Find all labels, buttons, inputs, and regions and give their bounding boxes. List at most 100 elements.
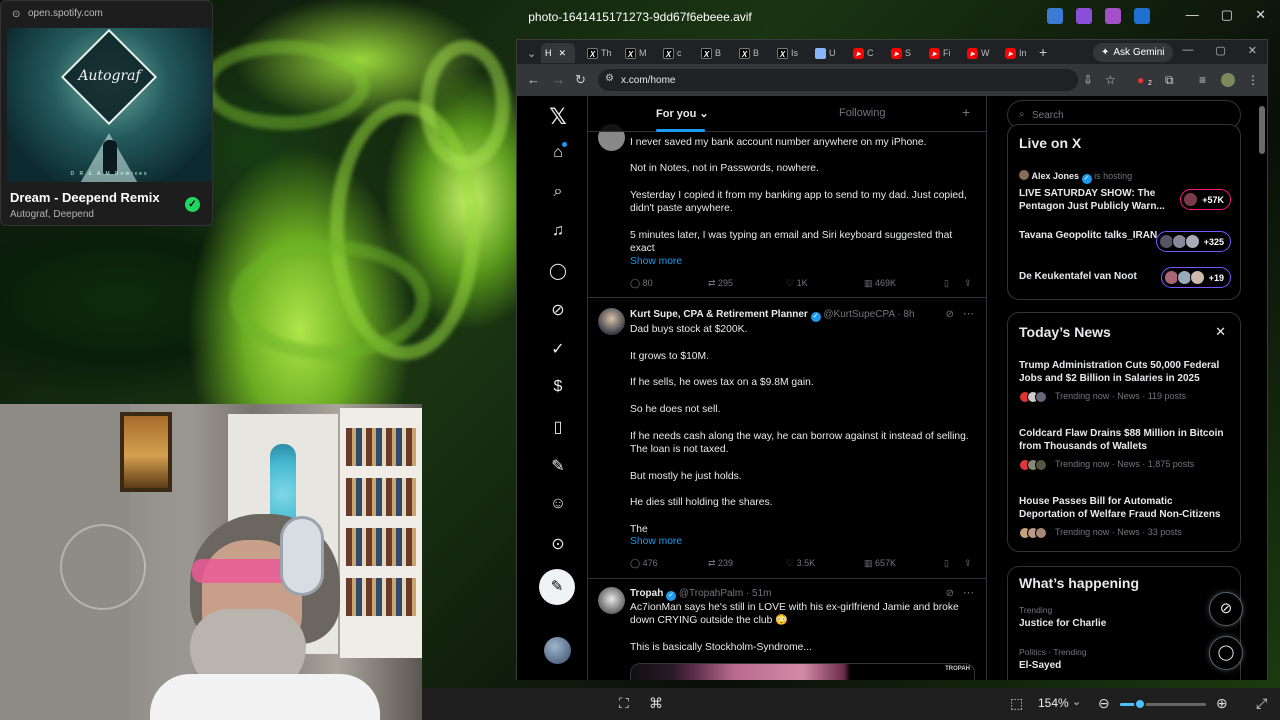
tab[interactable]: ▸ W	[963, 43, 994, 63]
install-app-icon[interactable]: ⇩	[1083, 73, 1093, 87]
tweet-time[interactable]: · 51m	[746, 588, 772, 599]
ask-gemini-button[interactable]: ✦ Ask Gemini	[1093, 43, 1173, 62]
page-scrollbar[interactable]	[1259, 96, 1265, 680]
bookmarks-icon[interactable]: ▯	[547, 417, 569, 439]
author-handle[interactable]: @TropahPalm	[679, 588, 743, 599]
more-options-icon[interactable]: ⋯	[963, 307, 974, 320]
bookmark-star-icon[interactable]: ☆	[1105, 73, 1116, 87]
paint-icon[interactable]	[1076, 8, 1092, 24]
tweet-time[interactable]: · 8h	[897, 309, 914, 320]
tab[interactable]: ▸ Fi	[925, 43, 955, 63]
tab[interactable]: XM	[621, 43, 651, 63]
new-tab-button[interactable]: +	[1039, 44, 1047, 60]
author-handle[interactable]: @KurtSupeCPA	[823, 309, 894, 320]
messages-icon[interactable]: ◯	[547, 261, 569, 283]
zoom-slider[interactable]	[1120, 698, 1206, 710]
tab-active[interactable]: H ✕	[541, 43, 575, 63]
extension-icon[interactable]: ●	[1137, 73, 1144, 87]
tab-for-you[interactable]: For you ⌄	[656, 107, 709, 120]
tweet[interactable]: Tropah ✓ @TropahPalm · 51m ⊘ ⋯ Ac7ionMan…	[588, 579, 986, 680]
clipchamp-icon[interactable]	[1105, 8, 1121, 24]
compose-post-button[interactable]: ✎	[539, 569, 575, 605]
enhance-icon[interactable]: ⌘	[649, 695, 663, 712]
like-button[interactable]: ♡ 3.5K	[786, 558, 815, 569]
news-item[interactable]: House Passes Bill for Automatic Deportat…	[1019, 495, 1231, 541]
edit-icon[interactable]	[1047, 8, 1063, 24]
space-listeners[interactable]: +19	[1160, 267, 1231, 288]
tweet[interactable]: Kurt Supe, CPA & Retirement Planner ✓ @K…	[588, 298, 986, 579]
chevron-down-icon[interactable]: ⌄	[1072, 695, 1081, 708]
articles-icon[interactable]: ✎	[547, 456, 569, 478]
grok-fab-icon[interactable]: ⊘	[1209, 592, 1243, 626]
author-name[interactable]: Tropah	[630, 588, 663, 599]
views-button[interactable]: ▥ 469K	[864, 278, 896, 289]
messages-fab-icon[interactable]: ◯	[1209, 636, 1243, 670]
author-name[interactable]: Kurt Supe, CPA & Retirement Planner	[630, 309, 808, 320]
saved-check-icon[interactable]: ✓	[185, 197, 200, 212]
bookmark-icon[interactable]: ▯	[944, 558, 949, 569]
maximize-icon[interactable]: ▢	[1221, 7, 1233, 23]
url-text[interactable]: x.com/home	[621, 75, 675, 86]
tab[interactable]: X Th	[583, 43, 616, 63]
puzzle-icon[interactable]: ⧉	[1165, 73, 1174, 88]
bookmark-icon[interactable]: ▯	[944, 278, 949, 289]
explore-search-icon[interactable]: ⌕	[547, 183, 569, 205]
share-icon[interactable]: ⇪	[964, 278, 972, 289]
minimize-icon[interactable]: —	[1186, 7, 1199, 23]
crop-icon[interactable]: ⛶	[619, 695, 629, 712]
reply-button[interactable]: ◯ 476	[630, 558, 658, 569]
news-item[interactable]: Coldcard Flaw Drains $88 Million in Bitc…	[1019, 427, 1231, 473]
repost-button[interactable]: ⇄ 295	[708, 278, 733, 289]
profile-avatar[interactable]	[1221, 73, 1235, 87]
zoom-slider-knob[interactable]	[1134, 698, 1146, 710]
tab-following[interactable]: Following	[839, 107, 885, 119]
x-logo-icon[interactable]: 𝕏	[547, 105, 569, 130]
trend-item[interactable]: Politics · Trending El-Sayed	[1019, 647, 1087, 671]
home-icon[interactable]: ⌂	[547, 144, 569, 166]
space-listeners[interactable]: +57K	[1180, 189, 1231, 210]
profile-icon[interactable]: ☺	[547, 495, 569, 517]
news-item[interactable]: Trump Administration Cuts 50,000 Federal…	[1019, 359, 1231, 405]
tab[interactable]: XB	[735, 43, 763, 63]
tab[interactable]: Xc	[659, 43, 686, 63]
money-icon[interactable]: $	[547, 378, 569, 400]
share-icon[interactable]: ⇪	[964, 558, 972, 569]
tab[interactable]: XB	[697, 43, 725, 63]
grok-explain-icon[interactable]: ⊘	[946, 309, 954, 320]
kebab-menu-icon[interactable]: ⋮	[1247, 73, 1259, 87]
zoom-level[interactable]: 154%	[1038, 696, 1069, 710]
reply-button[interactable]: ◯ 80	[630, 278, 653, 289]
trend-item[interactable]: Trending Justice for Charlie	[1019, 605, 1106, 629]
tweet-avatar[interactable]	[598, 308, 625, 335]
tab[interactable]: ▸ C	[849, 43, 878, 63]
show-more-link[interactable]: Show more	[630, 256, 682, 267]
tab[interactable]: X Is	[773, 43, 802, 63]
tweet-avatar[interactable]	[598, 587, 625, 614]
tweet[interactable]: I never saved my bank account number any…	[588, 118, 986, 298]
close-icon[interactable]: ✕	[1215, 324, 1226, 340]
tab[interactable]: ▸ S	[887, 43, 915, 63]
track-artist[interactable]: Autograf, Deepend	[10, 209, 94, 220]
fullscreen-icon[interactable]: ⤢	[1256, 695, 1267, 712]
like-button[interactable]: ♡ 1K	[786, 278, 808, 289]
premium-verified-icon[interactable]: ✓	[547, 339, 569, 361]
close-tab-icon[interactable]: ✕	[559, 48, 567, 59]
site-info-icon[interactable]: ⚙	[605, 73, 614, 84]
fit-screen-icon[interactable]: ⬚	[1010, 695, 1023, 712]
close-icon[interactable]: ✕	[1255, 7, 1266, 23]
tab-search-icon[interactable]: ⌄	[523, 43, 540, 63]
notifications-bell-icon[interactable]: ♫	[547, 222, 569, 244]
zoom-out-icon[interactable]: ⊖	[1098, 695, 1110, 712]
close-icon[interactable]: ✕	[1248, 44, 1257, 57]
repost-button[interactable]: ⇄ 239	[708, 558, 733, 569]
grok-icon[interactable]: ⊘	[547, 300, 569, 322]
tab[interactable]: ▸ In	[1001, 43, 1031, 63]
reload-icon[interactable]: ↻	[575, 72, 586, 88]
more-icon[interactable]: ⊙	[547, 534, 569, 556]
minimize-icon[interactable]: —	[1182, 44, 1193, 57]
reading-list-icon[interactable]: ≡	[1199, 73, 1206, 87]
views-button[interactable]: ▥ 657K	[864, 558, 896, 569]
add-feed-icon[interactable]: +	[962, 104, 970, 120]
space-listeners[interactable]: +325	[1155, 231, 1231, 252]
account-avatar[interactable]	[544, 637, 571, 664]
